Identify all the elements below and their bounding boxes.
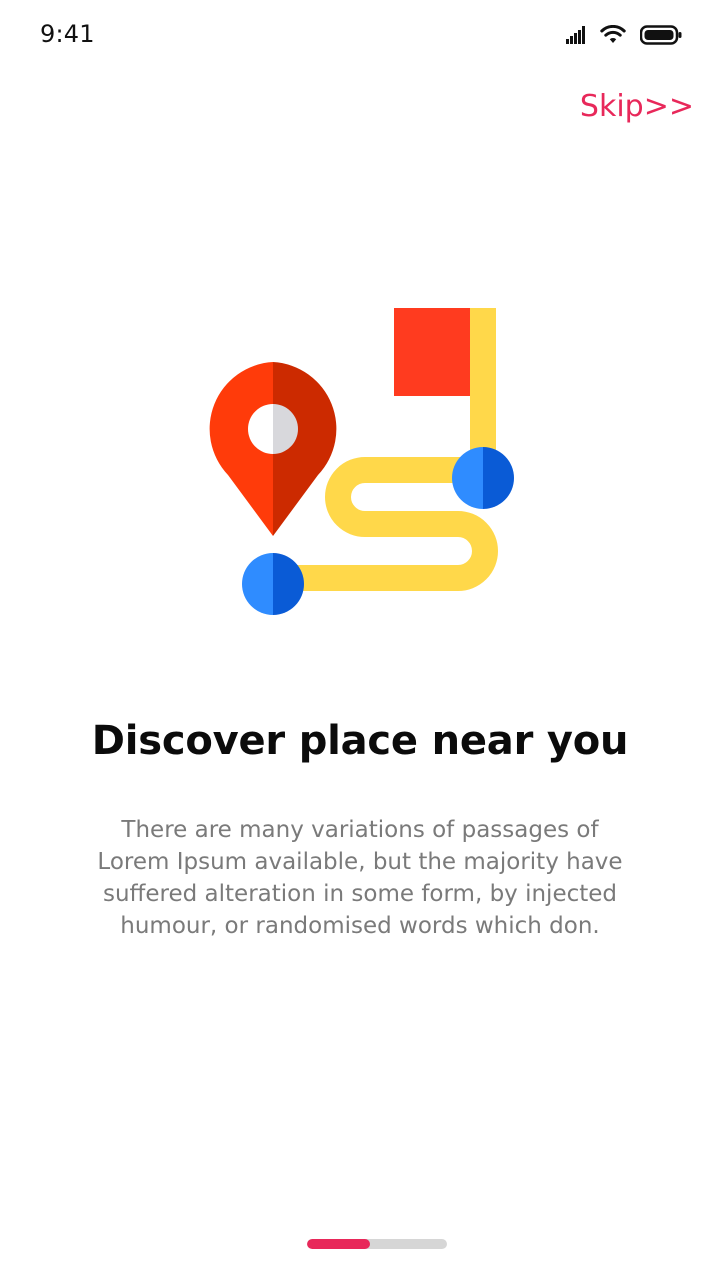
flag-icon [394, 308, 470, 396]
route-path-illustration [209, 308, 514, 615]
status-time: 9:41 [40, 20, 95, 48]
route-node-bottom-icon [242, 553, 304, 615]
skip-button[interactable]: Skip>> [580, 89, 694, 124]
page-indicator-active [307, 1239, 370, 1249]
page-indicator [307, 1239, 447, 1249]
status-icons [566, 22, 682, 48]
onboarding-title: Discover place near you [91, 718, 629, 764]
signal-icon [566, 26, 585, 44]
route-node-top-icon [452, 447, 514, 509]
onboarding-description: There are many variations of passages of… [97, 817, 623, 939]
status-bar: 9:41 [0, 0, 720, 72]
onboarding-illustration [195, 300, 525, 630]
wifi-icon [600, 25, 626, 43]
battery-icon [640, 25, 682, 45]
map-pin-icon [209, 362, 337, 536]
